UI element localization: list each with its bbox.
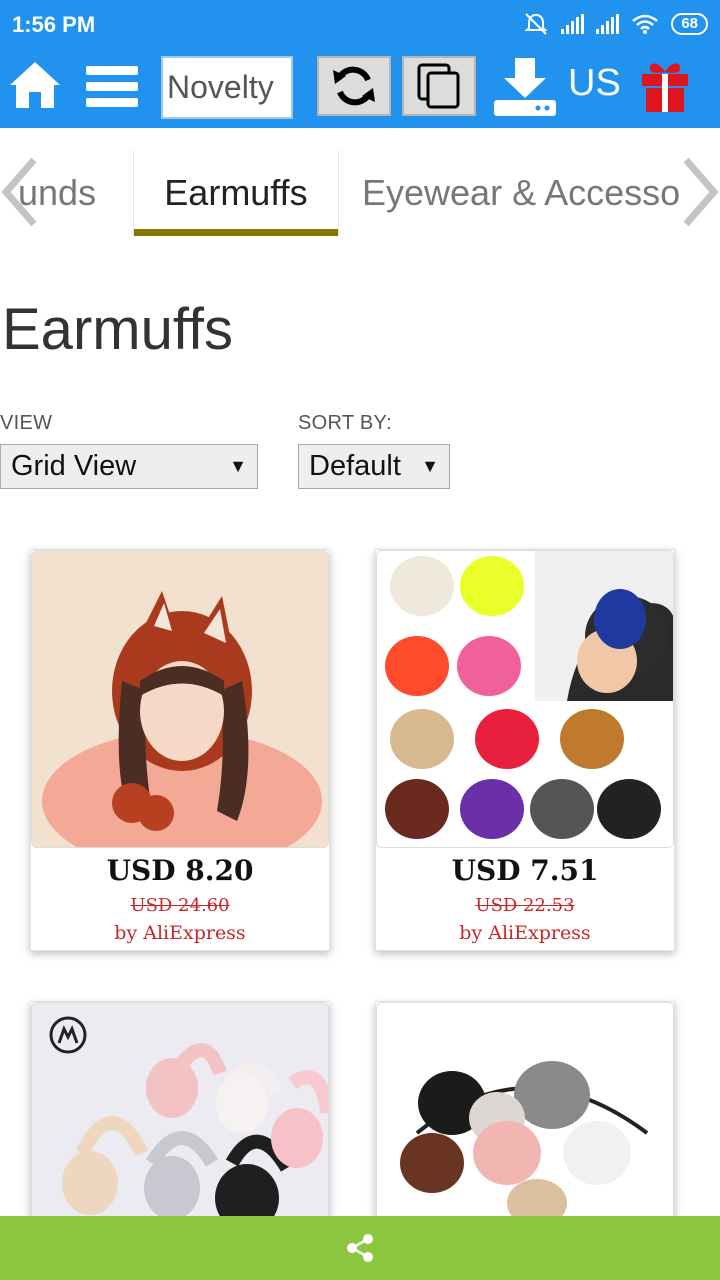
product-photo <box>32 551 328 847</box>
product-image[interactable] <box>31 550 329 848</box>
status-time: 1:56 PM <box>12 12 96 37</box>
view-select-value: Grid View <box>11 450 137 482</box>
chevron-left-icon[interactable] <box>0 154 40 230</box>
app-toolbar: Novelty US <box>0 50 720 128</box>
refresh-icon <box>333 66 375 106</box>
share-bar[interactable] <box>0 1216 720 1280</box>
product-original-price: USD 24.60 <box>130 895 230 916</box>
sort-select-value: Default <box>309 450 401 482</box>
product-price: USD 7.51 <box>451 854 599 887</box>
view-label: VIEW <box>0 412 53 434</box>
dropdown-arrow-icon: ▼ <box>421 456 439 476</box>
product-seller[interactable]: by AliExpress <box>31 922 329 944</box>
status-bar: 1:56 PM 68 <box>0 0 720 50</box>
wifi-icon <box>632 14 659 34</box>
category-tabs: unds Earmuffs Eyewear & Accesso <box>0 128 720 238</box>
tab-eyewear-accessories[interactable]: Eyewear & Accesso <box>362 150 680 236</box>
sort-select[interactable]: Default ▼ <box>298 444 450 489</box>
product-price: USD 8.20 <box>106 854 254 887</box>
signal-icon <box>561 14 585 34</box>
product-image[interactable] <box>376 550 674 848</box>
page-title: Earmuffs <box>2 297 234 362</box>
signal-icon <box>596 14 620 34</box>
country-code[interactable]: US <box>568 62 621 105</box>
copy-icon <box>417 63 460 109</box>
product-card[interactable]: USD 8.20 USD 24.60 by AliExpress <box>30 549 330 951</box>
product-seller[interactable]: by AliExpress <box>376 922 674 944</box>
alarm-off-icon <box>524 13 548 35</box>
category-select[interactable]: Novelty <box>161 56 293 119</box>
menu-icon[interactable] <box>84 64 138 110</box>
copy-button[interactable] <box>402 56 476 116</box>
refresh-button[interactable] <box>317 56 391 116</box>
home-icon[interactable] <box>8 58 62 112</box>
sort-label: SORT BY: <box>298 412 392 434</box>
share-icon[interactable] <box>346 1233 374 1263</box>
view-select[interactable]: Grid View ▼ <box>0 444 258 489</box>
product-card[interactable]: USD 7.51 USD 22.53 by AliExpress <box>375 549 675 951</box>
download-icon[interactable] <box>492 56 558 118</box>
product-photo <box>377 551 673 847</box>
product-original-price: USD 22.53 <box>475 895 575 916</box>
tab-earmuffs[interactable]: Earmuffs <box>133 150 339 236</box>
chevron-right-icon[interactable] <box>680 154 720 230</box>
status-icons: 68 <box>523 12 708 36</box>
gift-icon[interactable] <box>640 58 690 114</box>
battery-icon: 68 <box>671 13 708 35</box>
dropdown-arrow-icon: ▼ <box>229 456 247 476</box>
